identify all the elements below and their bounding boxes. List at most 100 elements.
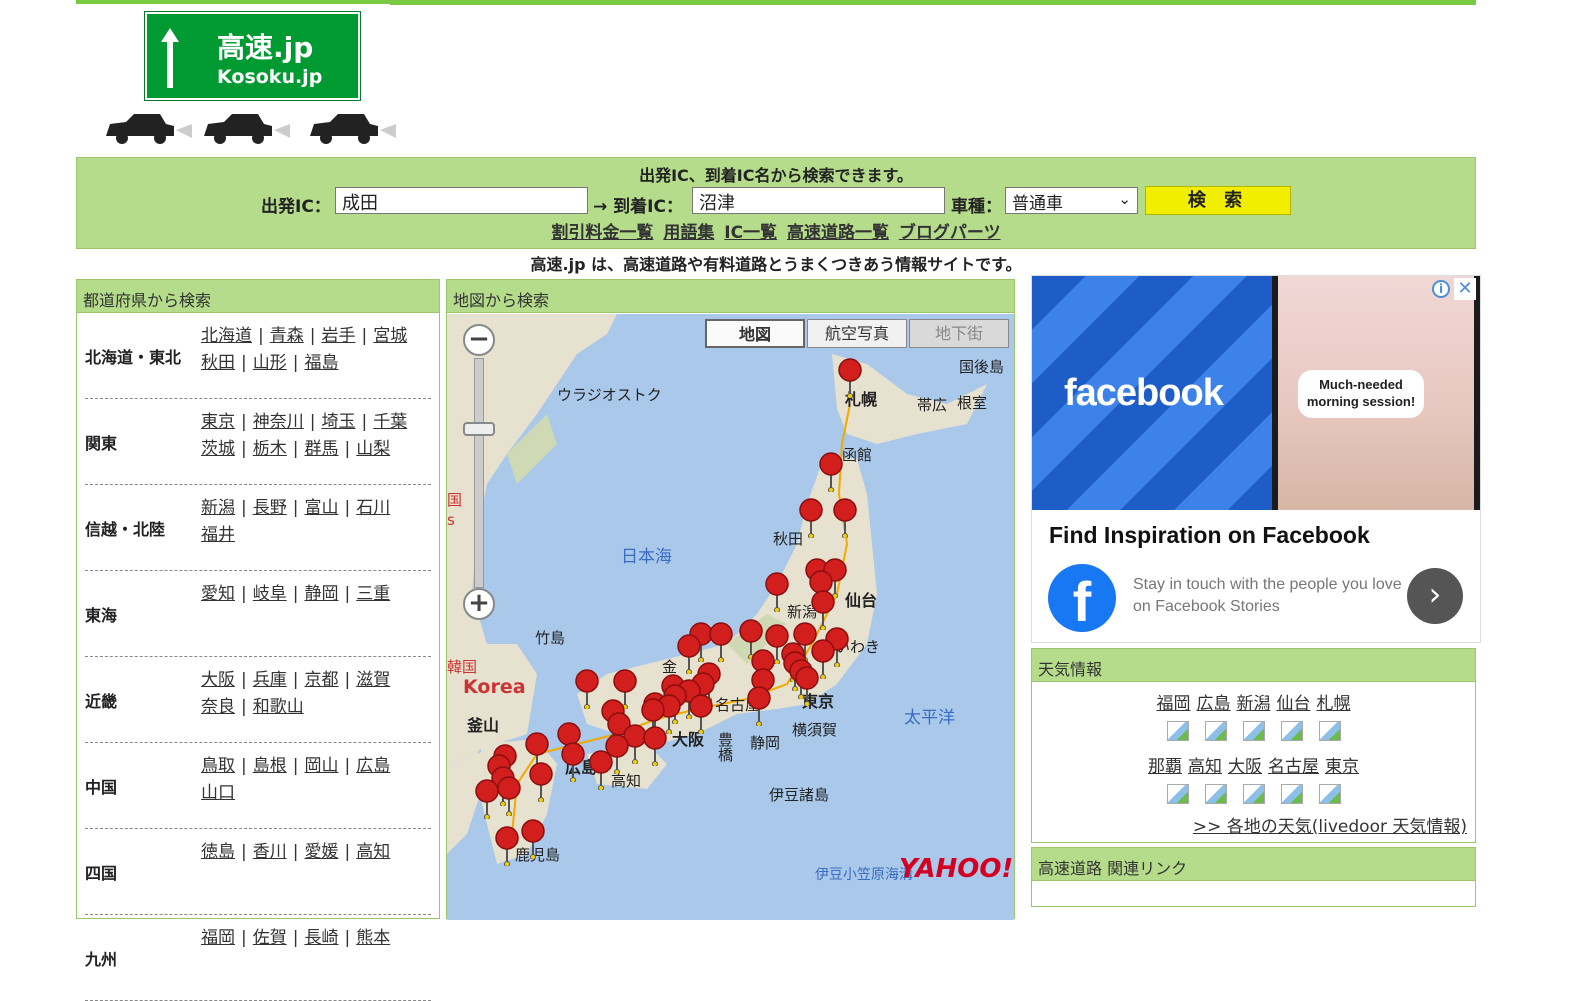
weather-icon[interactable] — [1166, 721, 1189, 741]
weather-icon[interactable] — [1242, 784, 1265, 804]
advertisement[interactable]: facebook Much-needed morning session! i … — [1031, 275, 1481, 643]
map-pin-icon[interactable] — [794, 666, 820, 706]
map-pin-icon[interactable] — [798, 498, 824, 538]
weather-icon[interactable] — [1204, 721, 1227, 741]
ad-info-icon[interactable]: i — [1432, 280, 1450, 298]
weather-city-link[interactable]: 仙台 — [1277, 694, 1311, 714]
prefecture-link[interactable]: 東京 — [201, 412, 235, 432]
prefecture-link[interactable]: 愛媛 — [304, 842, 338, 862]
zoom-slider-track[interactable] — [474, 358, 484, 588]
prefecture-link[interactable]: 山形 — [253, 353, 287, 373]
prefecture-link[interactable]: 兵庫 — [253, 670, 287, 690]
prefecture-link[interactable]: 新潟 — [201, 498, 235, 518]
link-highway-list[interactable]: 高速道路一覧 — [787, 223, 889, 243]
ad-title[interactable]: Find Inspiration on Facebook — [1049, 522, 1370, 549]
weather-icon[interactable] — [1318, 721, 1341, 741]
map-pin-icon[interactable] — [528, 762, 554, 802]
zoom-out-button[interactable]: − — [463, 324, 495, 356]
weather-icon[interactable] — [1280, 784, 1303, 804]
map-pin-icon[interactable] — [764, 572, 790, 612]
map-pin-icon[interactable] — [642, 726, 668, 766]
prefecture-link[interactable]: 徳島 — [201, 842, 235, 862]
prefecture-link[interactable]: 島根 — [253, 756, 287, 776]
prefecture-link[interactable]: 広島 — [356, 756, 390, 776]
weather-icon[interactable] — [1242, 721, 1265, 741]
prefecture-link[interactable]: 岡山 — [304, 756, 338, 776]
prefecture-link[interactable]: 富山 — [304, 498, 338, 518]
to-ic-input[interactable]: 沼津 — [692, 187, 945, 214]
weather-city-link[interactable]: 福岡 — [1157, 694, 1191, 714]
search-button[interactable]: 検 索 — [1145, 186, 1291, 215]
map-pin-icon[interactable] — [708, 622, 734, 662]
prefecture-link[interactable]: 青森 — [270, 326, 304, 346]
weather-city-link[interactable]: 広島 — [1197, 694, 1231, 714]
weather-city-link[interactable]: 名古屋 — [1268, 757, 1319, 777]
weather-icon[interactable] — [1204, 784, 1227, 804]
link-discount-list[interactable]: 割引料金一覧 — [551, 223, 653, 243]
prefecture-link[interactable]: 奈良 — [201, 697, 235, 717]
map-pin-icon[interactable] — [494, 826, 520, 866]
from-ic-input[interactable]: 成田 — [335, 187, 588, 214]
prefecture-link[interactable]: 高知 — [356, 842, 390, 862]
prefecture-link[interactable]: 長崎 — [304, 928, 338, 948]
prefecture-link[interactable]: 和歌山 — [253, 697, 304, 717]
map-pin-icon[interactable] — [588, 750, 614, 790]
map-pin-icon[interactable] — [520, 819, 546, 859]
prefecture-link[interactable]: 石川 — [356, 498, 390, 518]
prefecture-link[interactable]: 秋田 — [201, 353, 235, 373]
weather-icon[interactable] — [1318, 784, 1341, 804]
prefecture-link[interactable]: 北海道 — [201, 326, 252, 346]
prefecture-link[interactable]: 福島 — [304, 353, 338, 373]
prefecture-link[interactable]: 愛知 — [201, 584, 235, 604]
weather-icon[interactable] — [1280, 721, 1303, 741]
prefecture-link[interactable]: 山梨 — [356, 439, 390, 459]
prefecture-link[interactable]: 香川 — [253, 842, 287, 862]
zoom-in-button[interactable]: + — [463, 588, 495, 620]
prefecture-link[interactable]: 佐賀 — [253, 928, 287, 948]
map-pin-icon[interactable] — [832, 498, 858, 538]
map-canvas[interactable]: 地図 航空写真 地下街 − + 札幌 帯広 根室 国後島 ウラジオストク 函館 … — [447, 314, 1014, 920]
map-pin-icon[interactable] — [837, 358, 863, 398]
prefecture-link[interactable]: 滋賀 — [356, 670, 390, 690]
prefecture-link[interactable]: 三重 — [356, 584, 390, 604]
weather-city-link[interactable]: 那覇 — [1148, 757, 1182, 777]
map-pin-icon[interactable] — [574, 669, 600, 709]
map-pin-icon[interactable] — [474, 779, 500, 819]
prefecture-link[interactable]: 岩手 — [321, 326, 355, 346]
prefecture-link[interactable]: 栃木 — [253, 439, 287, 459]
prefecture-link[interactable]: 鳥取 — [201, 756, 235, 776]
prefecture-link[interactable]: 福岡 — [201, 928, 235, 948]
prefecture-link[interactable]: 千葉 — [373, 412, 407, 432]
prefecture-link[interactable]: 大阪 — [201, 670, 235, 690]
weather-city-link[interactable]: 高知 — [1188, 757, 1222, 777]
map-pin-icon[interactable] — [818, 452, 844, 492]
site-logo[interactable]: 高速.jp Kosoku.jp — [76, 4, 396, 144]
link-glossary[interactable]: 用語集 — [663, 223, 714, 243]
prefecture-link[interactable]: 岐阜 — [253, 584, 287, 604]
map-pin-icon[interactable] — [746, 686, 772, 726]
ad-close-icon[interactable]: ✕ — [1454, 278, 1476, 300]
map-type-underground[interactable]: 地下街 — [909, 319, 1009, 348]
map-pin-icon[interactable] — [688, 694, 714, 734]
map-type-aerial[interactable]: 航空写真 — [807, 319, 907, 348]
link-blog-parts[interactable]: ブログパーツ — [899, 223, 1001, 243]
prefecture-link[interactable]: 群馬 — [304, 439, 338, 459]
prefecture-link[interactable]: 山口 — [201, 783, 235, 803]
weather-city-link[interactable]: 東京 — [1325, 757, 1359, 777]
zoom-slider-handle[interactable] — [463, 422, 495, 436]
prefecture-link[interactable]: 静岡 — [304, 584, 338, 604]
prefecture-link[interactable]: 茨城 — [201, 439, 235, 459]
weather-city-link[interactable]: 新潟 — [1237, 694, 1271, 714]
map-type-map[interactable]: 地図 — [705, 319, 805, 348]
prefecture-link[interactable]: 長野 — [253, 498, 287, 518]
prefecture-link[interactable]: 京都 — [304, 670, 338, 690]
prefecture-link[interactable]: 福井 — [201, 525, 235, 545]
map-pin-icon[interactable] — [560, 742, 586, 782]
ad-image[interactable]: facebook Much-needed morning session! — [1032, 276, 1480, 510]
weather-more-link[interactable]: >> 各地の天気(livedoor 天気情報) — [1193, 812, 1467, 837]
weather-city-link[interactable]: 札幌 — [1317, 694, 1351, 714]
weather-city-link[interactable]: 大阪 — [1228, 757, 1262, 777]
prefecture-link[interactable]: 埼玉 — [321, 412, 355, 432]
prefecture-link[interactable]: 熊本 — [356, 928, 390, 948]
prefecture-link[interactable]: 神奈川 — [253, 412, 304, 432]
